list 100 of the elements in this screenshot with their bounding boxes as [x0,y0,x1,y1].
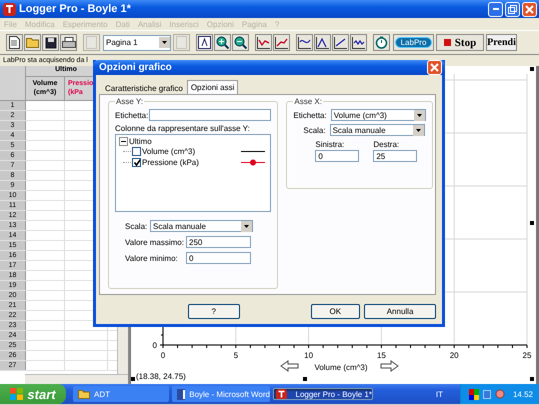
field-label: Etichetta: [115,110,148,120]
field-label: Scala: [303,126,326,134]
stop-icon [444,39,451,46]
right-arrow-icon[interactable] [380,360,399,372]
app-icon [3,2,16,16]
magnifier-icon [234,36,247,49]
page-icon [86,36,97,49]
flag-icon[interactable] [468,388,479,400]
tray-app-icon[interactable] [494,389,505,399]
label-dropdown[interactable]: Volume (cm^3) [330,109,426,121]
taskbar-button[interactable]: ADT [73,386,169,402]
close-icon [430,63,439,72]
resize-handle[interactable] [530,377,534,381]
tick-label: 25 [522,351,532,360]
stop-button[interactable]: Stop [436,34,484,51]
columns-caption: Colonne da rappresentare sull'asse Y: [115,124,251,133]
label-field[interactable] [149,109,272,121]
graph-icon [298,36,311,48]
graph-icon [316,36,329,48]
folder-icon [26,37,40,48]
autoscale-button[interactable] [196,34,213,51]
frame-icon [198,36,211,49]
help-button[interactable]: ? [188,304,240,318]
graph-icon [257,36,270,48]
page-button[interactable] [6,34,23,51]
take-button[interactable]: Prendi [486,34,517,51]
scale-dropdown[interactable]: Scala manuale [150,220,253,232]
horizontal-scrollbar[interactable] [25,374,128,384]
analysis-tool-button[interactable] [350,34,367,51]
labpro-button[interactable]: LabPro [393,34,434,51]
close-button[interactable] [427,60,442,75]
tree-item[interactable]: Volume (cm^3) [142,147,242,156]
tick-label: 5 [234,351,238,360]
analysis-tool-button[interactable] [332,34,349,51]
stopwatch-button[interactable] [373,34,390,51]
tab[interactable]: Opzioni assi [186,80,238,94]
graph-tool-button[interactable] [255,34,272,51]
minimize-button[interactable] [488,2,503,16]
tick-label: 0 [152,341,157,350]
checkbox[interactable] [132,147,141,156]
field-label: Etichetta: [293,110,327,120]
minimize-icon [492,8,498,10]
field-label: Valore massimo: [125,238,185,246]
tick-label: 0 [160,351,166,360]
graph-tool-button[interactable] [273,34,290,51]
right-field[interactable]: 25 [373,150,418,162]
minimum-field[interactable]: 0 [186,252,251,264]
group-title: Asse X: [293,97,323,106]
magnifier-icon [216,36,229,49]
coordinates-readout: (18.38, 24.75) [136,372,186,381]
field-label: Sinistra: [315,140,346,149]
collapse-toggle-icon[interactable] [119,137,128,146]
app-icon [276,389,287,399]
graph-icon [275,36,288,48]
caret-icon [241,220,252,232]
caret-icon [414,110,425,120]
graph-icon [334,36,347,48]
analysis-tool-button[interactable] [314,34,331,51]
graph-icon [352,36,365,48]
clock: 14.52 [512,390,533,398]
caret-icon [412,124,424,136]
page-icon [9,36,20,49]
taskbar-button[interactable]: Logger Pro - Boyle 1* [273,388,373,400]
cancel-button[interactable]: Annulla [364,304,436,318]
field-label: Valore minimo: [125,254,179,262]
group-title: Asse Y: [115,97,144,106]
language-indicator[interactable]: IT [436,390,443,398]
page-dropdown[interactable]: Pagina 1 [103,34,171,50]
checkbox[interactable] [132,158,141,167]
analysis-tool-button[interactable] [296,34,313,51]
document-icon [177,388,186,400]
folder-icon [78,389,90,399]
tick-label: 20 [450,351,459,360]
network-icon[interactable] [482,390,491,398]
page-icon [176,36,187,49]
maximum-field[interactable]: 250 [186,236,251,248]
left-arrow-icon[interactable] [280,360,298,372]
ok-button[interactable]: OK [310,304,360,318]
printer-button[interactable] [60,34,77,51]
restore-icon [508,4,517,14]
tree-item[interactable]: Pressione (kPa) [142,158,242,167]
floppy-button[interactable] [42,34,59,51]
zoom-in-button[interactable] [214,34,231,51]
close-icon [525,4,534,14]
field-label: Destra: [373,140,400,149]
field-label: Scala: [125,222,148,230]
resize-handle[interactable] [303,377,307,381]
scale-dropdown[interactable]: Scala manuale [330,124,425,136]
close-button[interactable] [522,2,537,16]
taskbar-button[interactable]: Boyle - Microsoft Word [172,386,270,402]
tree-item[interactable]: Ultimo [129,137,152,146]
stopwatch-icon [375,36,388,49]
resize-handle[interactable] [530,67,534,71]
tick-label: 15 [376,351,386,360]
resize-handle[interactable] [530,221,534,225]
resize-handle[interactable] [131,377,135,381]
folder-button[interactable] [24,34,41,51]
left-field[interactable]: 0 [315,150,360,162]
maximize-button[interactable] [505,2,520,16]
zoom-out-button[interactable] [232,34,249,51]
